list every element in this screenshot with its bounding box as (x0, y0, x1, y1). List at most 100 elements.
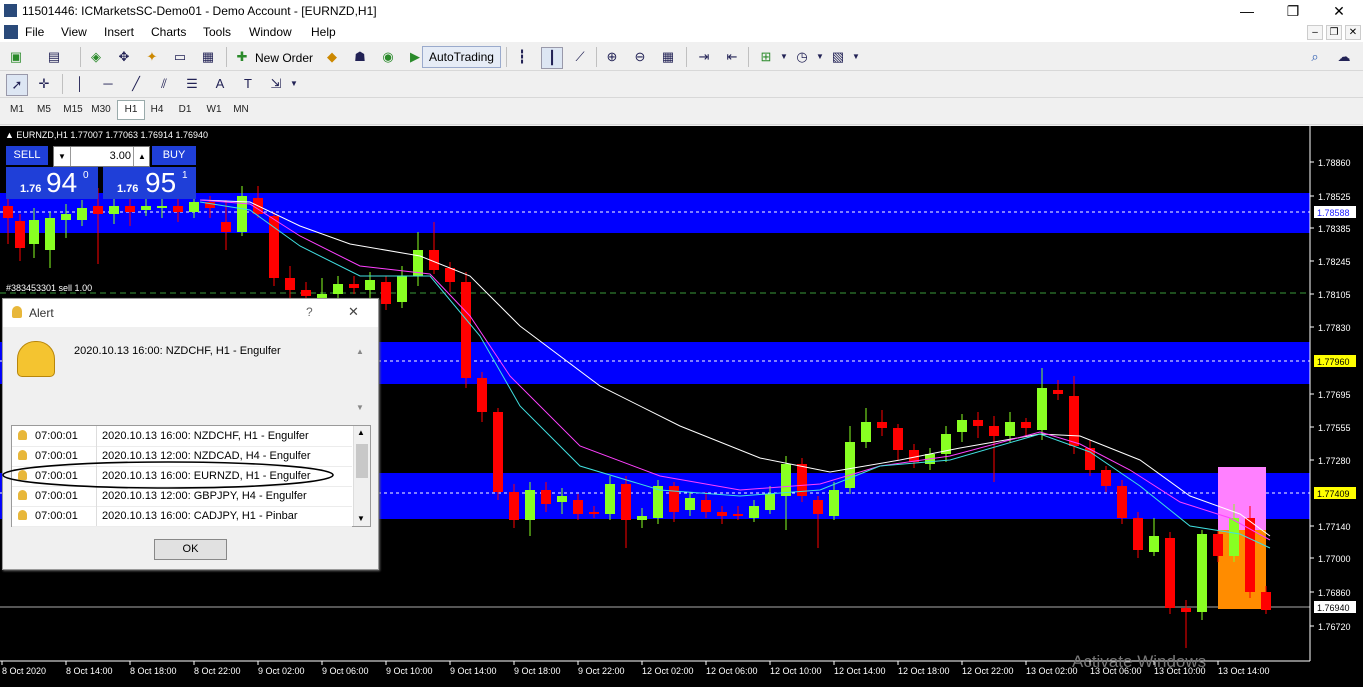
sell-price-button[interactable]: 1.76 94 0 (6, 167, 98, 199)
navigator-icon[interactable]: ✦ (142, 47, 162, 67)
timeframe-m30[interactable]: M30 (88, 101, 114, 119)
candle-body (141, 206, 151, 210)
time-axis-label: 9 Oct 06:00 (322, 666, 369, 676)
buy-price-button[interactable]: 1.76 95 1 (103, 167, 196, 199)
timeframe-h4[interactable]: H4 (144, 101, 170, 119)
minimize-button[interactable]: — (1224, 0, 1270, 22)
candle-body (877, 422, 887, 428)
timeframe-m5[interactable]: M5 (31, 101, 57, 119)
auto-scroll-icon[interactable]: ⇥ (694, 47, 714, 67)
candle-body (621, 484, 631, 520)
close-button[interactable]: ✕ (1316, 0, 1362, 22)
ok-button[interactable]: OK (154, 539, 227, 560)
menu-view[interactable]: View (61, 25, 87, 39)
list-item[interactable]: 07:00:01 2020.10.13 16:00: NZDCHF, H1 - … (12, 426, 352, 447)
arrows-icon[interactable]: ⇲ (266, 74, 286, 94)
menu-tools[interactable]: Tools (203, 25, 231, 39)
message-scroll-down-icon[interactable]: ▼ (356, 403, 364, 412)
chevron-down-icon[interactable]: ▼ (810, 47, 830, 67)
profiles-icon[interactable]: ▤ (44, 47, 64, 67)
timeframe-w1[interactable]: W1 (201, 101, 227, 119)
candlestick-icon[interactable]: ┃ (541, 47, 563, 69)
text-label-icon[interactable]: T (238, 74, 258, 94)
order-line-label: #383453301 sell 1.00 (6, 283, 93, 293)
lots-input[interactable]: 3.00 (71, 147, 131, 166)
candle-body (93, 206, 103, 214)
buy-price-big: 1.76 (117, 183, 139, 195)
chevron-down-icon[interactable]: ▼ (774, 47, 794, 67)
lots-decrease-icon[interactable]: ▼ (54, 147, 71, 166)
data-window-icon[interactable]: ✥ (114, 47, 134, 67)
price-axis-label: 1.78245 (1318, 257, 1351, 267)
chart-shift-icon[interactable]: ⇤ (722, 47, 742, 67)
templates-icon[interactable]: ▧ (828, 47, 848, 67)
price-marker: 1.77409 (1317, 489, 1350, 499)
metaeditor-icon[interactable]: ◆ (322, 47, 342, 67)
market-icon[interactable]: ◉ (378, 47, 398, 67)
menu-help[interactable]: Help (311, 25, 336, 39)
equidistant-channel-icon[interactable]: ⫽ (154, 74, 174, 94)
candle-body (509, 492, 519, 520)
chat-icon[interactable]: ☁ (1334, 47, 1354, 67)
maximize-button[interactable]: ❐ (1270, 0, 1316, 22)
message-scroll-up-icon[interactable]: ▲ (356, 347, 364, 356)
mdi-restore-button[interactable]: ❐ (1326, 25, 1342, 40)
timeframe-m1[interactable]: M1 (4, 101, 30, 119)
tile-windows-icon[interactable]: ▦ (658, 47, 678, 67)
mdi-close-button[interactable]: ✕ (1345, 25, 1361, 40)
timeframe-mn[interactable]: MN (228, 101, 254, 119)
sell-button[interactable]: SELL (6, 146, 48, 165)
fibonacci-icon[interactable]: ☰ (182, 74, 202, 94)
candle-body (189, 202, 199, 212)
alert-close-button[interactable]: ✕ (348, 304, 359, 320)
list-item[interactable]: 07:00:01 2020.10.13 16:00: CADJPY, H1 - … (12, 506, 352, 527)
horizontal-line-icon[interactable]: ─ (98, 74, 118, 94)
chart-symbol-header: ▲ EURNZD,H1 1.77007 1.77063 1.76914 1.76… (5, 130, 209, 140)
buy-button[interactable]: BUY (152, 146, 196, 165)
search-icon[interactable]: ⌕ (1305, 47, 1325, 67)
indicators-icon[interactable]: ⊞ (756, 47, 776, 67)
tester-icon[interactable]: ▦ (198, 47, 218, 67)
cursor-icon[interactable]: ➚ (6, 74, 28, 96)
autotrading-button[interactable]: AutoTrading (422, 46, 501, 68)
scroll-down-icon[interactable]: ▼ (357, 514, 365, 523)
price-axis-label: 1.78385 (1318, 224, 1351, 234)
new-order-button[interactable]: New Order (248, 47, 320, 69)
crosshair-icon[interactable]: ✛ (34, 74, 54, 94)
candle-body (541, 490, 551, 504)
market-watch-icon[interactable]: ◈ (86, 47, 106, 67)
time-axis-label: 12 Oct 18:00 (898, 666, 950, 676)
timeframe-h1[interactable]: H1 (117, 100, 145, 120)
menu-charts[interactable]: Charts (151, 25, 186, 39)
chart-window-icon[interactable] (4, 25, 18, 39)
scroll-up-icon[interactable]: ▲ (357, 428, 365, 437)
candle-body (285, 278, 295, 290)
chevron-down-icon[interactable]: ▼ (846, 47, 866, 67)
line-chart-icon[interactable]: ⟋ (570, 47, 590, 67)
timeframe-d1[interactable]: D1 (172, 101, 198, 119)
terminal-icon[interactable]: ▭ (170, 47, 190, 67)
signals-icon[interactable]: ☗ (350, 47, 370, 67)
candle-body (349, 284, 359, 288)
list-scrollbar[interactable]: ▲ ▼ (353, 426, 370, 526)
new-chart-icon[interactable]: ▣ (6, 47, 26, 67)
menu-insert[interactable]: Insert (104, 25, 134, 39)
timeframe-m15[interactable]: M15 (60, 101, 86, 119)
menu-window[interactable]: Window (249, 25, 292, 39)
zoom-out-icon[interactable]: ⊖ (630, 47, 650, 67)
help-button[interactable]: ? (306, 305, 313, 319)
mdi-minimize-button[interactable]: – (1307, 25, 1323, 40)
alert-title-bar (3, 299, 378, 327)
lots-increase-icon[interactable]: ▲ (133, 147, 150, 166)
trendline-icon[interactable]: ╱ (126, 74, 146, 94)
zoom-in-icon[interactable]: ⊕ (602, 47, 622, 67)
lots-stepper[interactable]: ▼ 3.00 ▲ (53, 146, 150, 167)
bar-chart-icon[interactable]: ┇ (512, 47, 532, 67)
vertical-line-icon[interactable]: │ (70, 74, 90, 94)
menu-file[interactable]: File (25, 25, 44, 39)
chevron-down-icon[interactable]: ▼ (284, 74, 304, 94)
scroll-thumb[interactable] (356, 444, 368, 478)
text-icon[interactable]: A (210, 74, 230, 94)
periods-icon[interactable]: ◷ (792, 47, 812, 67)
price-marker: 1.76940 (1317, 603, 1350, 613)
